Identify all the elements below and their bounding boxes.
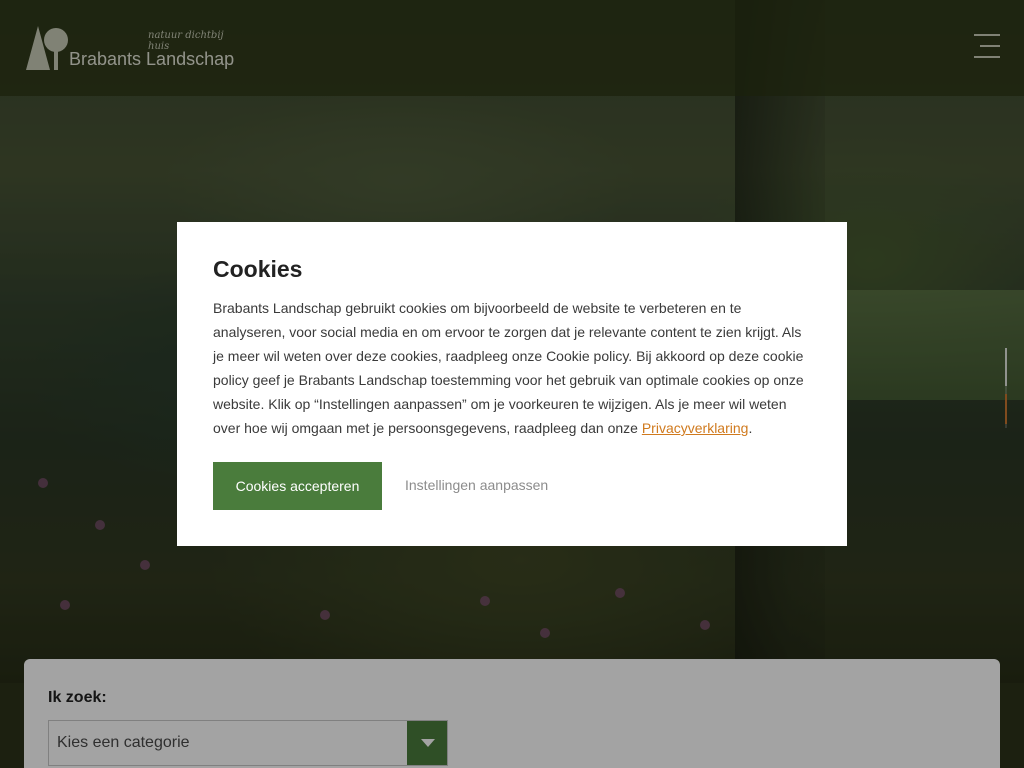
cookie-dialog-text: Brabants Landschap gebruikt cookies om b… — [213, 296, 811, 440]
cookie-dialog: Cookies Brabants Landschap gebruikt cook… — [177, 222, 847, 546]
cookie-dialog-title: Cookies — [213, 256, 303, 282]
cookie-text-end: . — [748, 420, 753, 436]
cookie-body-text: Brabants Landschap gebruikt cookies om b… — [213, 300, 804, 436]
cookie-settings-button[interactable]: Instellingen aanpassen — [405, 477, 548, 493]
privacy-link[interactable]: Privacyverklaring — [642, 420, 749, 436]
accept-cookies-button[interactable]: Cookies accepteren — [213, 462, 382, 510]
